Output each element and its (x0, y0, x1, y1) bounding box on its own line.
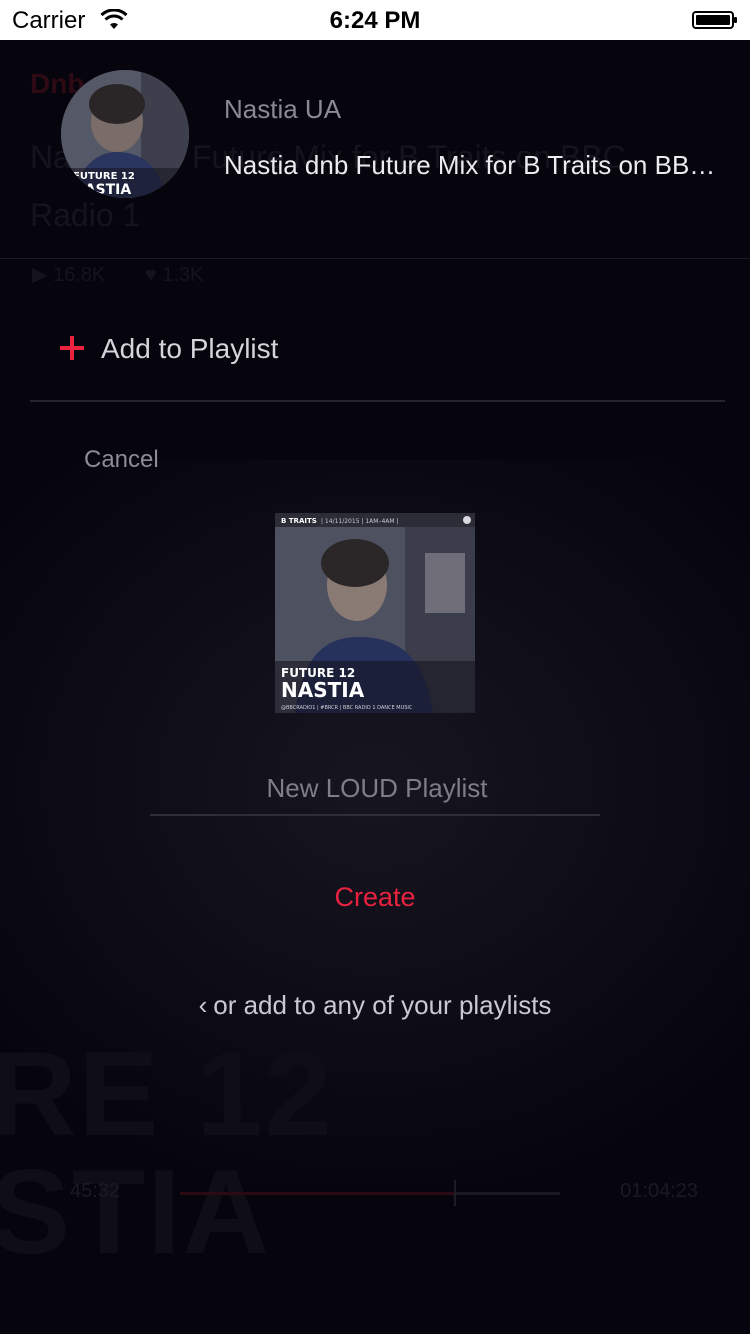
add-to-playlist-row[interactable]: Add to Playlist (30, 300, 725, 402)
new-playlist-input[interactable] (150, 762, 604, 814)
status-bar: Carrier 6:24 PM (0, 0, 750, 40)
artist-avatar: FUTURE 12 NASTIA (61, 70, 189, 198)
svg-text:| 14/11/2015 | 1AM–4AM |: | 14/11/2015 | 1AM–4AM | (321, 518, 398, 525)
like-count: 1.3K (162, 264, 204, 286)
add-to-existing-playlists-link[interactable]: ‹ or add to any of your playlists (0, 990, 750, 1021)
artist-name[interactable]: Nastia UA (224, 94, 341, 125)
progress-knob (453, 1180, 456, 1206)
svg-text:@BBCRADIO1 | #BRCR | BBC RADIO: @BBCRADIO1 | #BRCR | BBC RADIO 1 DANCE M… (281, 705, 413, 711)
status-time: 6:24 PM (329, 7, 421, 34)
cover-artwork-image: B TRAITS | 14/11/2015 | 1AM–4AM | FUTURE… (275, 513, 475, 713)
add-to-existing-playlists-label: or add to any of your playlists (213, 990, 552, 1020)
playlist-cover-artwork[interactable]: B TRAITS | 14/11/2015 | 1AM–4AM | FUTURE… (275, 513, 475, 713)
track-title: Nastia dnb Future Mix for B Traits on BB… (224, 150, 724, 180)
elapsed-time: 45:32 (70, 1180, 121, 1202)
avatar-artwork: FUTURE 12 NASTIA (61, 70, 189, 198)
background-divider (0, 258, 750, 259)
play-count-icon: ▶ (32, 264, 48, 286)
svg-text:NASTIA: NASTIA (281, 678, 365, 702)
battery-icon (692, 11, 737, 29)
progress-fill (180, 1192, 454, 1195)
chevron-left-icon: ‹ (198, 990, 208, 1020)
cancel-button[interactable]: Cancel (84, 446, 159, 474)
add-to-playlist-label: Add to Playlist (101, 333, 279, 364)
background-artwork-text: RE 12 STIA (0, 1027, 334, 1279)
play-count: 16.8K (52, 264, 106, 286)
plus-icon (60, 336, 84, 360)
svg-text:B TRAITS: B TRAITS (281, 517, 317, 525)
svg-text:FUTURE 12: FUTURE 12 (73, 171, 135, 182)
heart-icon: ♥ (144, 264, 157, 286)
duration-time: 01:04:23 (620, 1180, 698, 1202)
track-header: FUTURE 12 NASTIA Nastia UA Nastia dnb Fu… (0, 40, 750, 218)
new-playlist-field (150, 762, 604, 816)
svg-text:NASTIA: NASTIA (73, 182, 131, 198)
progress-bar (180, 1180, 560, 1206)
background-stats: ▶ 16.8K ♥ 1.3K (32, 262, 203, 287)
create-button[interactable]: Create (275, 882, 475, 913)
